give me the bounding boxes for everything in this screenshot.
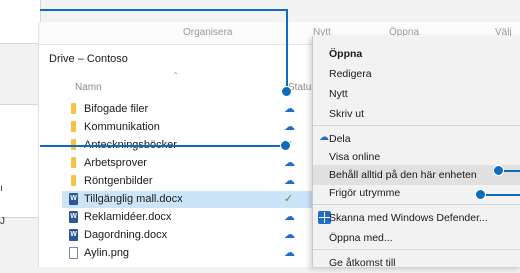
callout-dot-synced-status [280, 140, 291, 151]
word-document-icon: W [69, 193, 78, 205]
file-row[interactable]: Bifogade filer ☁ [62, 101, 324, 118]
file-row[interactable]: Kommunikation ☁ [62, 119, 324, 136]
menu-item-open[interactable]: Öppna [313, 44, 520, 64]
folder-icon [71, 103, 76, 114]
file-row[interactable]: Aylin.png ☁ [62, 245, 324, 262]
menu-separator [313, 249, 520, 250]
menu-item-new[interactable]: Nytt [313, 84, 520, 104]
cloud-status-icon: ☁ [284, 121, 295, 133]
stray-text-fragment: J [0, 216, 5, 227]
image-file-icon [69, 247, 78, 259]
cloud-status-icon: ☁ [284, 157, 295, 169]
word-document-icon: W [69, 229, 78, 241]
menu-item-scan-defender[interactable]: Skanna med Windows Defender... [313, 208, 520, 228]
menu-item-always-keep-on-device[interactable]: Behåll alltid på den här enheten [313, 165, 520, 185]
folder-icon [71, 121, 76, 132]
menu-separator [313, 204, 520, 205]
callout-dot-cloud-status [281, 86, 292, 97]
file-name: Tillgänglig mall.docx [84, 193, 183, 205]
menu-item-edit[interactable]: Redigera [313, 64, 520, 84]
cloud-status-icon: ☁ [284, 247, 295, 259]
file-name: Arbetsprover [84, 157, 147, 169]
file-row[interactable]: Arbetsprover ☁ [62, 155, 324, 172]
file-name: Reklamidéer.docx [84, 211, 172, 223]
cloud-icon: ☁ [319, 132, 329, 143]
menu-item-share[interactable]: ☁ Dela [313, 129, 520, 149]
callout-panel-top [0, 0, 41, 44]
callout-line-free-up-space [480, 194, 520, 196]
file-row[interactable]: Röntgenbilder ☁ [62, 173, 324, 190]
menu-item-give-access[interactable]: Ge åtkomst till [313, 253, 520, 273]
file-row[interactable]: W Reklamidéer.docx ☁ [62, 209, 324, 226]
menu-item-view-online[interactable]: Visa online [313, 147, 520, 167]
file-name: Aylin.png [84, 247, 130, 259]
cloud-status-icon: ☁ [284, 103, 295, 115]
cloud-status-icon: ☁ [284, 229, 295, 241]
folder-icon [71, 157, 76, 168]
file-row[interactable]: W Dagordning.docx ☁ [62, 227, 324, 244]
word-document-icon: W [69, 211, 78, 223]
cloud-status-icon: ☁ [284, 211, 295, 223]
menu-separator [313, 125, 520, 126]
cloud-status-icon: ☁ [284, 175, 295, 187]
callout-dot-free-up-space [475, 189, 486, 200]
file-name: Dagordning.docx [84, 229, 168, 241]
callout-line-synced-status [40, 145, 284, 147]
callout-panel-bottom [0, 104, 41, 218]
context-menu: Öppna Redigera Nytt Skriv ut ☁ Dela Visa… [312, 36, 520, 269]
file-name: Röntgenbilder [84, 175, 153, 187]
stray-text-fragment: ı [0, 183, 3, 194]
callout-dot-keep-on-device [493, 165, 504, 176]
file-name: Bifogade filer [84, 103, 149, 115]
folder-icon [71, 175, 76, 186]
menu-item-print[interactable]: Skriv ut [313, 104, 520, 124]
menu-item-open-with[interactable]: Öppna med... [313, 228, 520, 248]
callout-line-cloud-status [40, 9, 287, 11]
file-name: Kommunikation [84, 121, 160, 133]
callout-line-cloud-status [286, 9, 288, 88]
file-row-selected[interactable]: W Tillgänglig mall.docx ✓ [62, 191, 324, 208]
synced-status-icon: ✓ [284, 193, 294, 205]
menu-item-free-up-space[interactable]: Frigör utrymme [313, 183, 520, 203]
